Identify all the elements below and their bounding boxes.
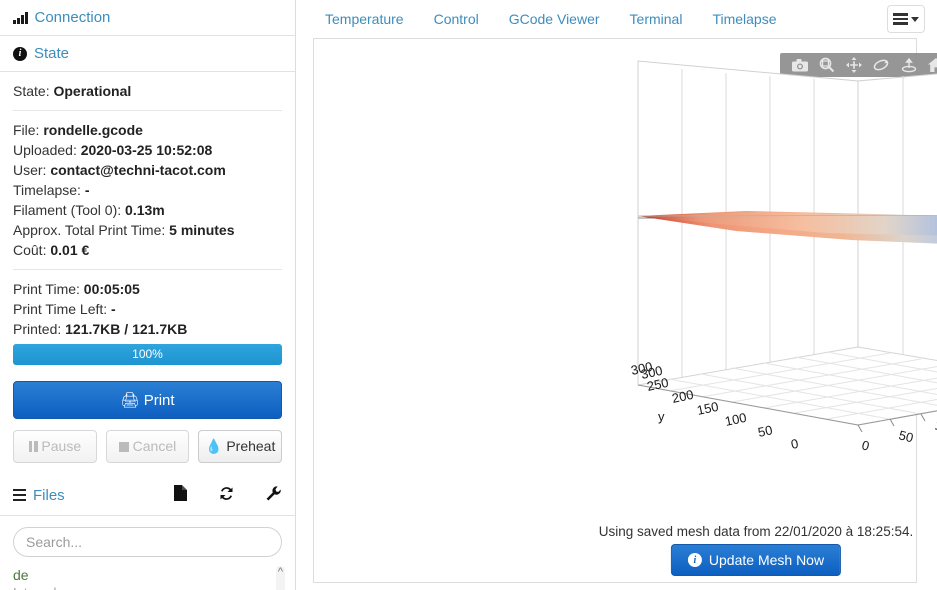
octoprint-app: Connection i State State: Operational Fi… — [0, 0, 937, 590]
row-label: Printed: — [13, 321, 62, 337]
svg-text:50: 50 — [897, 427, 915, 445]
row-value: 00:05:05 — [83, 281, 140, 297]
pause-icon — [28, 441, 38, 452]
pause-button[interactable]: Pause — [13, 430, 97, 463]
wrench-icon[interactable] — [265, 485, 282, 506]
row-value: 0.01 € — [50, 242, 90, 258]
main-content: Temperature Control GCode Viewer Termina… — [296, 0, 937, 590]
svg-text:150: 150 — [696, 399, 720, 418]
file-list: ^ de Internal: equilibrage_tete_bielle_j… — [13, 566, 285, 590]
state-status-value: Operational — [53, 83, 132, 99]
printer-icon: 🖨 — [120, 392, 140, 409]
svg-text:200: 200 — [671, 387, 695, 406]
state-header[interactable]: i State — [0, 36, 295, 71]
divider — [13, 110, 282, 111]
state-row: Coût: 0.01 € — [13, 240, 282, 260]
svg-text:y: y — [658, 409, 665, 424]
row-value: 2020-03-25 10:52:08 — [80, 142, 213, 158]
svg-text:0: 0 — [790, 436, 800, 452]
print-button-label: Print — [143, 392, 175, 409]
state-row: File: rondelle.gcode — [13, 120, 282, 140]
files-actions — [173, 484, 282, 506]
files-body: ^ de Internal: equilibrage_tete_bielle_j… — [0, 516, 295, 590]
print-controls-row: Pause Cancel 💧 Preheat — [13, 430, 283, 463]
row-label: Print Time: — [13, 281, 80, 297]
cancel-button[interactable]: Cancel — [105, 430, 190, 463]
pause-button-label: Pause — [41, 438, 82, 454]
state-status-row: State: Operational — [13, 81, 282, 101]
svg-text:100: 100 — [724, 410, 748, 429]
update-mesh-button[interactable]: i Update Mesh Now — [670, 544, 842, 576]
state-panel: i State — [0, 36, 295, 72]
row-value: 121.7KB / 121.7KB — [65, 321, 188, 337]
row-value: - — [84, 182, 90, 198]
state-row: Approx. Total Print Time: 5 minutes — [13, 220, 282, 240]
state-row: Timelapse: - — [13, 180, 282, 200]
file-folder-name: de — [13, 567, 29, 583]
files-title: Files — [33, 486, 65, 504]
search-input[interactable] — [13, 527, 282, 557]
info-circle-icon: i — [13, 46, 27, 61]
row-label: File: — [13, 122, 40, 138]
info-circle-icon: i — [687, 553, 702, 567]
row-label: Print Time Left: — [13, 301, 108, 317]
plot-axes-3d: 300 300 250 200 150 100 50 0 y 0 50 100 — [626, 55, 937, 475]
connection-panel: Connection — [0, 0, 295, 36]
row-value: 5 minutes — [169, 222, 235, 238]
list-icon — [13, 488, 26, 502]
list-item[interactable]: de Internal: equilibrage_tete_bielle_jag… — [13, 566, 282, 590]
file-list-scrollbar[interactable]: ^ — [276, 566, 285, 590]
row-label: User: — [13, 162, 47, 178]
state-row: Filament (Tool 0): 0.13m — [13, 200, 282, 220]
stop-square-icon — [118, 442, 129, 452]
state-status-label: State: — [13, 83, 50, 99]
mesh-data-note: Using saved mesh data from 22/01/2020 à … — [598, 524, 914, 539]
files-header: Files — [0, 475, 295, 516]
svg-text:50: 50 — [757, 422, 774, 440]
row-label: Coût: — [13, 242, 47, 258]
state-row: Print Time: 00:05:05 — [13, 279, 282, 299]
sidebar: Connection i State State: Operational Fi… — [0, 0, 296, 590]
row-value: 0.13m — [125, 202, 165, 218]
print-progress-bar: 100% — [13, 344, 282, 365]
print-progress-fill: 100% — [13, 344, 282, 365]
chevron-up-icon[interactable]: ^ — [276, 566, 285, 578]
connection-header[interactable]: Connection — [0, 0, 295, 35]
state-row: User: contact@techni-tacot.com — [13, 160, 282, 180]
bed-level-visualizer-plot: 300 300 250 200 150 100 50 0 y 0 50 100 … — [296, 0, 937, 576]
state-title: State — [34, 45, 70, 62]
svg-text:100: 100 — [933, 417, 937, 437]
upload-file-icon[interactable] — [173, 484, 188, 506]
file-internal-path: Internal: equilibrage_tete_bielle_jaguar… — [13, 584, 282, 590]
connection-title: Connection — [34, 9, 111, 26]
state-row: Printed: 121.7KB / 121.7KB — [13, 319, 282, 339]
row-value: contact@techni-tacot.com — [50, 162, 226, 178]
refresh-icon[interactable] — [218, 485, 235, 506]
row-label: Filament (Tool 0): — [13, 202, 122, 218]
state-body: State: Operational File: rondelle.gcode … — [0, 72, 295, 475]
divider — [13, 269, 282, 270]
cancel-button-label: Cancel — [132, 438, 177, 454]
update-mesh-button-label: Update Mesh Now — [708, 552, 825, 568]
state-row: Uploaded: 2020-03-25 10:52:08 — [13, 140, 282, 160]
row-label: Uploaded: — [13, 142, 77, 158]
preheat-button[interactable]: 💧 Preheat — [198, 430, 283, 463]
flame-icon: 💧 — [204, 438, 223, 454]
row-label: Approx. Total Print Time: — [13, 222, 166, 238]
state-row: Print Time Left: - — [13, 299, 282, 319]
print-button[interactable]: 🖨 Print — [13, 381, 282, 419]
preheat-button-label: Preheat — [226, 438, 276, 454]
svg-text:0: 0 — [860, 437, 871, 453]
row-value: rondelle.gcode — [43, 122, 143, 138]
row-value: - — [111, 301, 116, 317]
signal-bars-icon — [13, 11, 28, 24]
row-label: Timelapse: — [13, 182, 81, 198]
svg-text:250: 250 — [646, 375, 670, 394]
